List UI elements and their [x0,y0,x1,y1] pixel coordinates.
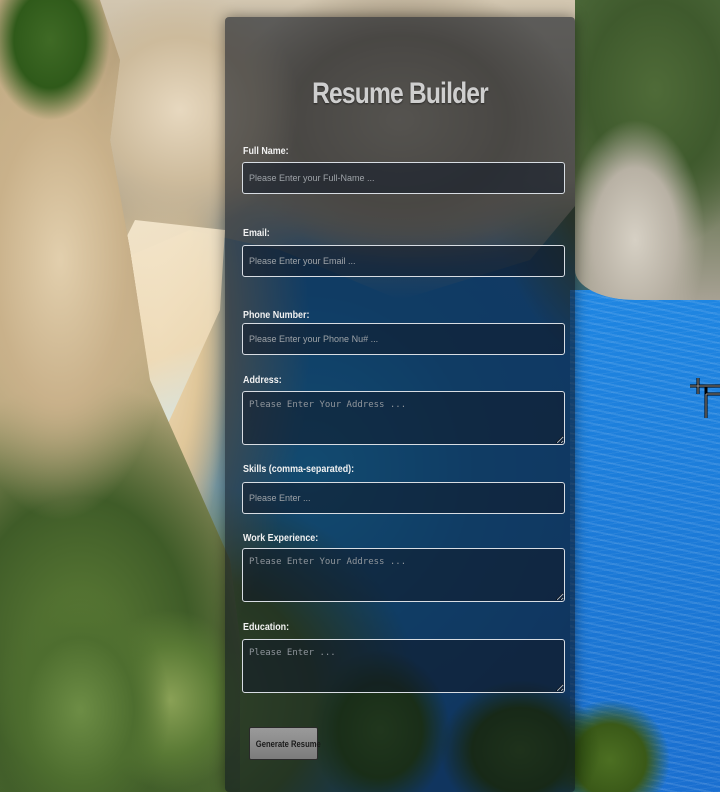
phone-label: Phone Number: [243,309,310,321]
resume-form: Resume Builder Full Name: Email: Phone N… [225,17,575,792]
email-label: Email: [243,227,270,239]
crosshair-cursor-icon [690,378,720,418]
page-title: Resume Builder [312,77,489,110]
address-label: Address: [243,374,282,386]
generate-resume-button[interactable]: Generate Resume [249,727,321,760]
work-experience-textarea[interactable] [242,548,565,602]
work-experience-label: Work Experience: [243,532,319,544]
address-textarea[interactable] [242,391,565,445]
full-name-label: Full Name: [243,145,289,157]
phone-input[interactable] [242,323,565,355]
skills-input[interactable] [242,482,565,514]
education-label: Education: [243,621,290,633]
full-name-input[interactable] [242,162,565,194]
skills-label: Skills (comma-separated): [243,463,355,475]
email-input[interactable] [242,245,565,277]
education-textarea[interactable] [242,639,565,693]
background-photo: Resume Builder Full Name: Email: Phone N… [0,0,720,792]
generate-resume-button-label: Generate Resume [255,738,321,749]
cliff-right [575,0,720,300]
